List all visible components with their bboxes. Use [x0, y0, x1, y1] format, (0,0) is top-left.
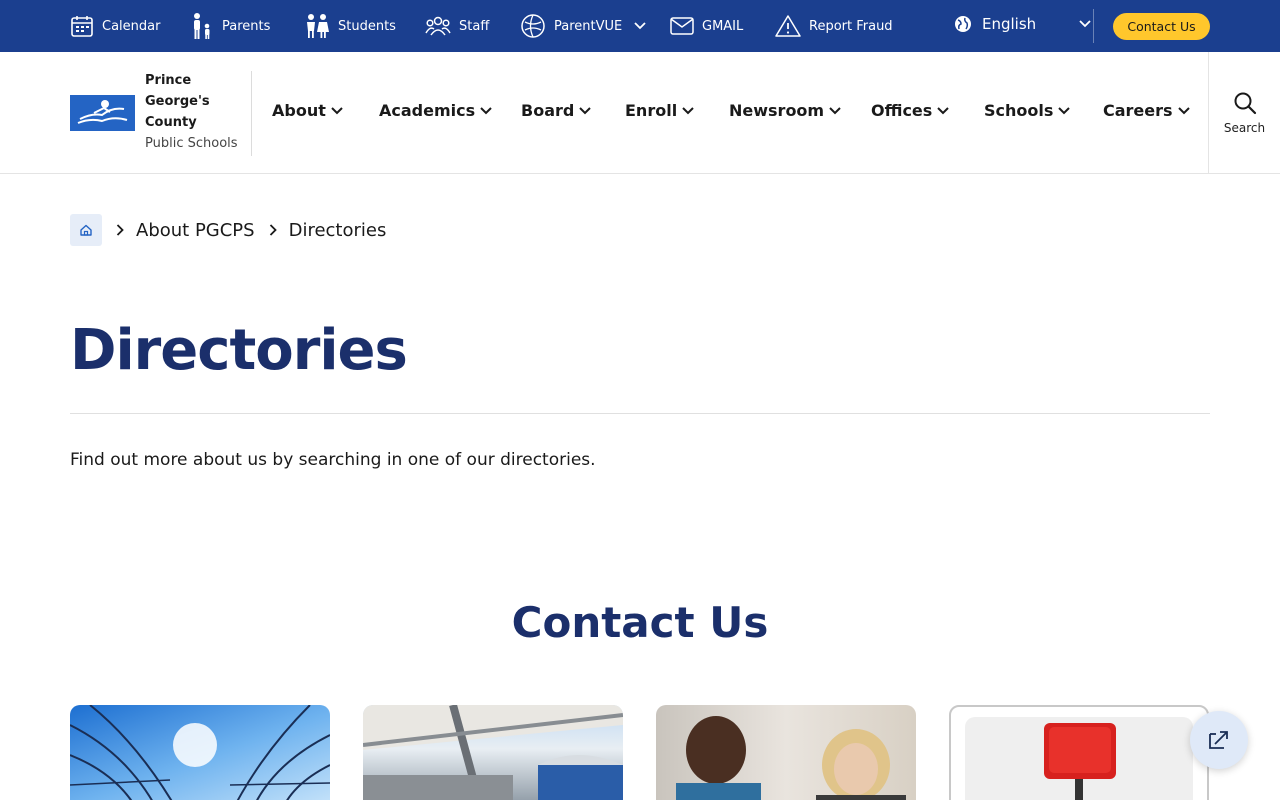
- directory-card[interactable]: [656, 705, 916, 800]
- chevron-down-icon: [579, 106, 592, 114]
- chevron-down-icon: [331, 106, 343, 114]
- chevron-down-icon: [1177, 106, 1190, 114]
- utility-report-fraud-link[interactable]: Report Fraud: [775, 0, 893, 52]
- utility-report-fraud-label: Report Fraud: [809, 18, 893, 34]
- nav-label: Newsroom: [729, 101, 825, 120]
- nav-label: Careers: [1103, 101, 1173, 120]
- directory-card[interactable]: [363, 705, 623, 800]
- directory-card[interactable]: [949, 705, 1209, 800]
- warning-icon: [775, 15, 801, 37]
- contact-us-button[interactable]: Contact Us: [1113, 13, 1210, 40]
- breadcrumb-about-pgcps[interactable]: About PGCPS: [136, 220, 255, 241]
- nav-about[interactable]: About: [272, 101, 343, 120]
- globe-icon: [955, 16, 971, 32]
- search-icon: [1234, 92, 1256, 114]
- search-label: Search: [1223, 120, 1266, 135]
- share-icon: [1209, 731, 1228, 749]
- nav-academics[interactable]: Academics: [379, 101, 492, 120]
- utility-staff-link[interactable]: Staff: [425, 0, 489, 52]
- nav-offices[interactable]: Offices: [871, 101, 950, 120]
- district-name-line: George's: [145, 94, 210, 109]
- home-icon: [80, 224, 92, 236]
- share-feedback-button[interactable]: [1190, 711, 1248, 769]
- breadcrumb-home[interactable]: [70, 214, 102, 246]
- district-name[interactable]: Prince George's County Public Schools: [145, 70, 238, 154]
- chevron-right-icon: [269, 224, 277, 236]
- chevron-down-icon: [937, 106, 950, 114]
- nav-schools[interactable]: Schools: [984, 101, 1071, 120]
- utility-students-link[interactable]: Students: [304, 0, 396, 52]
- school-building-photo: [363, 705, 623, 800]
- chevron-down-icon: [1079, 20, 1091, 28]
- chevron-right-icon: [116, 224, 124, 236]
- nav-enroll[interactable]: Enroll: [625, 101, 694, 120]
- building-photo: [70, 705, 330, 800]
- nav-label: Enroll: [625, 101, 678, 120]
- nav-label: Offices: [871, 101, 933, 120]
- directory-card[interactable]: [70, 705, 330, 800]
- utility-bar: Calendar Parents Students Staff ParentVU…: [0, 0, 1280, 52]
- chevron-down-icon: [829, 106, 841, 114]
- site-header: Prince George's County Public Schools Ab…: [0, 52, 1280, 174]
- district-name-line: Prince: [145, 73, 192, 88]
- nav-careers[interactable]: Careers: [1103, 101, 1190, 120]
- district-name-line: County: [145, 115, 197, 130]
- students-icon: [307, 14, 329, 38]
- chevron-down-icon: [480, 106, 492, 114]
- utility-staff-label: Staff: [459, 18, 490, 34]
- mail-icon: [670, 17, 694, 35]
- nav-label: Board: [521, 101, 575, 120]
- language-select[interactable]: English: [954, 0, 1091, 48]
- utility-parents-label: Parents: [222, 18, 271, 34]
- title-divider: [70, 413, 1210, 414]
- utility-parentvue-label: ParentVUE: [554, 18, 623, 34]
- nav-label: About: [272, 101, 326, 120]
- parentvue-icon: [521, 14, 545, 38]
- nav-label: Academics: [379, 101, 476, 120]
- nav-board[interactable]: Board: [521, 101, 592, 120]
- utility-gmail-label: GMAIL: [702, 18, 744, 34]
- utility-parentvue-link[interactable]: ParentVUE: [520, 0, 646, 52]
- utility-calendar-label: Calendar: [102, 18, 161, 34]
- nav-newsroom[interactable]: Newsroom: [729, 101, 841, 120]
- parent-child-icon: [194, 13, 210, 39]
- utility-parents-link[interactable]: Parents: [190, 0, 270, 52]
- language-label: English: [982, 15, 1037, 33]
- district-logo-icon[interactable]: [70, 95, 135, 131]
- chevron-down-icon: [1058, 106, 1071, 114]
- calendar-icon: [71, 16, 93, 37]
- utility-students-label: Students: [338, 18, 396, 34]
- utility-calendar-link[interactable]: Calendar: [70, 0, 160, 52]
- district-name-line: Public Schools: [145, 136, 238, 151]
- chevron-down-icon: [682, 106, 694, 114]
- search-button[interactable]: Search: [1208, 52, 1280, 173]
- mailbox-illustration: [965, 717, 1193, 800]
- logo-divider: [251, 71, 252, 156]
- chevron-down-icon: [634, 22, 646, 30]
- page-title: Directories: [70, 318, 408, 383]
- staff-group-icon: [425, 16, 451, 36]
- breadcrumb: About PGCPS Directories: [70, 214, 386, 246]
- nav-label: Schools: [984, 101, 1054, 120]
- topbar-divider: [1093, 9, 1094, 43]
- utility-gmail-link[interactable]: GMAIL: [670, 0, 743, 52]
- breadcrumb-current: Directories: [288, 219, 387, 241]
- staff-photo: [676, 716, 906, 800]
- section-title: Contact Us: [511, 598, 769, 647]
- page-intro: Find out more about us by searching in o…: [70, 450, 596, 470]
